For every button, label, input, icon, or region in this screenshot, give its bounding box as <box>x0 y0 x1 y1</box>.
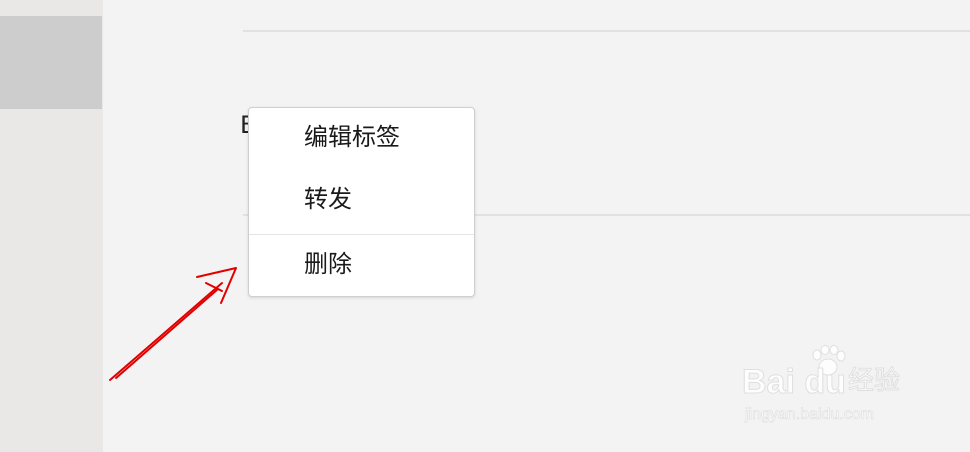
watermark-url: jingyan.baidu.com <box>745 406 875 423</box>
watermark-subtitle: 经验 <box>847 366 901 396</box>
watermark-logo: Bai du <box>742 363 847 401</box>
baidu-watermark: Bai du 经验 jingyan.baidu.com <box>742 345 942 435</box>
